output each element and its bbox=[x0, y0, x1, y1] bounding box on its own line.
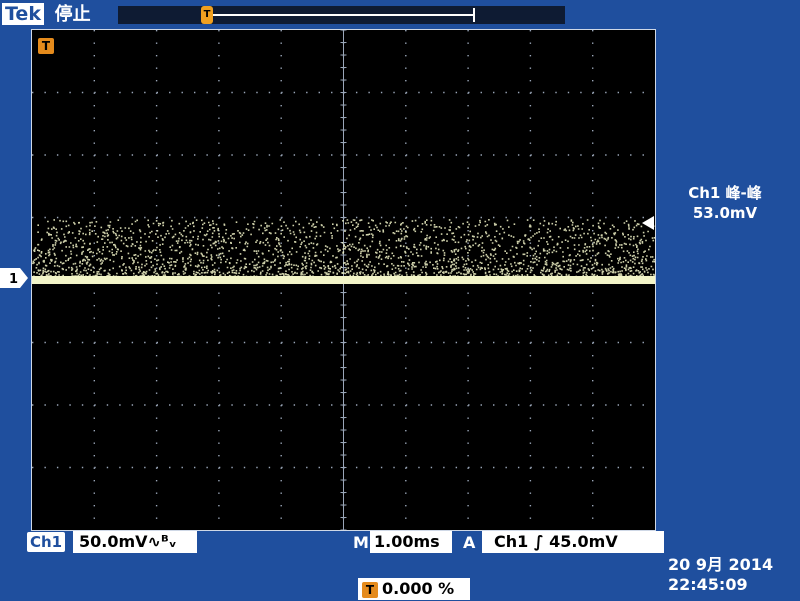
date-time: 20 9月 2014 22:45:09 bbox=[668, 555, 796, 595]
date-text: 20 9月 2014 bbox=[668, 555, 774, 574]
trigger-setting[interactable]: Ch1 ∫ 45.0mV bbox=[482, 531, 664, 553]
position-trigger-icon: T bbox=[362, 581, 378, 598]
trigger-position-marker[interactable]: T bbox=[38, 38, 54, 54]
measurement-value: 53.0mV bbox=[692, 204, 758, 222]
ch1-ground-marker[interactable]: 1 bbox=[0, 268, 28, 288]
timebase-prefix: M bbox=[353, 533, 369, 552]
vertical-scale[interactable]: 50.0mV∿ᴮᵥ bbox=[73, 531, 197, 553]
acquisition-status: 停止 bbox=[54, 4, 91, 25]
ch1-marker-label: 1 bbox=[9, 272, 18, 287]
tek-logo-text: Tek bbox=[2, 3, 44, 25]
channel-label: Ch1 bbox=[27, 532, 65, 552]
trigger-prefix: A bbox=[463, 533, 476, 552]
record-end-marker bbox=[473, 8, 475, 22]
trigger-level-arrow-icon[interactable] bbox=[640, 216, 654, 230]
record-position-bar[interactable]: T bbox=[118, 6, 565, 24]
graticule bbox=[32, 30, 655, 530]
waveform-baseline bbox=[32, 276, 655, 284]
timebase-value[interactable]: 1.00ms bbox=[370, 531, 452, 553]
position-value: 0.000 % bbox=[382, 579, 455, 598]
record-track bbox=[206, 14, 474, 16]
measurement-readout: Ch1 峰-峰 53.0mV bbox=[660, 183, 790, 223]
horizontal-position[interactable]: T 0.000 % bbox=[358, 578, 470, 600]
measurement-label: Ch1 峰-峰 bbox=[688, 184, 762, 202]
waveform-display[interactable] bbox=[31, 29, 656, 531]
record-trigger-marker[interactable]: T bbox=[201, 6, 213, 24]
brand-logo: Tek 停止 bbox=[2, 2, 91, 26]
time-text: 22:45:09 bbox=[668, 575, 748, 594]
top-status-bar: Tek 停止 T bbox=[0, 0, 800, 28]
